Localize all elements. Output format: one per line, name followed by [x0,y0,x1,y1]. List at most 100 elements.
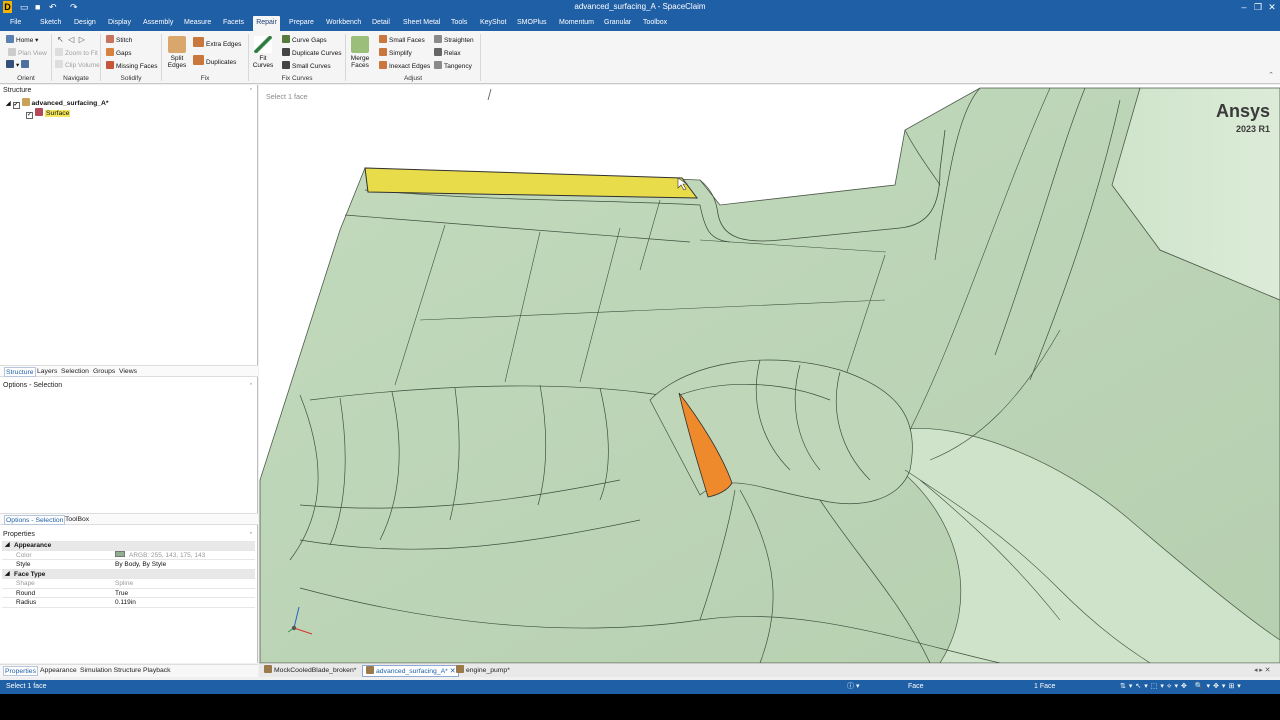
tab-measure[interactable]: Measure [182,16,213,31]
tab-sketch[interactable]: Sketch [38,16,63,31]
tab-detail[interactable]: Detail [370,16,392,31]
split-edges-button[interactable]: Split Edges [164,36,190,69]
info-icon[interactable]: ⓘ ▾ [847,680,859,694]
stitch-button[interactable]: Stitch [106,35,132,46]
zoom-to-fit-button[interactable]: Zoom to Fit [55,48,98,59]
small-curves-button[interactable]: Small Curves [282,61,331,72]
tab-design[interactable]: Design [72,16,98,31]
small-faces-button[interactable]: Small Faces [379,35,425,46]
property-value[interactable]: Spline [115,579,133,589]
selection-count: 1 Face [1034,683,1056,690]
tab-granular[interactable]: Granular [602,16,633,31]
tab-selection[interactable]: Selection [60,367,90,377]
pin-icon[interactable]: ᐤ [250,530,252,540]
tab-momentum[interactable]: Momentum [557,16,596,31]
visibility-checkbox[interactable]: ✓ [12,102,20,109]
property-value[interactable]: By Body, By Style [115,560,166,570]
tab-scroll-arrows[interactable]: ◂ ▸ ✕ [1254,665,1270,677]
tab-display[interactable]: Display [106,16,133,31]
model-canvas[interactable] [259,85,1280,663]
close-icon[interactable]: ✕ [1265,0,1279,14]
fit-curves-button[interactable]: Fit Curves [250,36,276,69]
tab-toolbox-panel[interactable]: ToolBox [64,515,90,525]
group-label: Orient [17,75,35,82]
tab-facets[interactable]: Facets [221,16,246,31]
minimize-icon[interactable]: – [1237,0,1251,14]
extra-edges-button[interactable]: Extra Edges [193,37,241,48]
home-button[interactable]: Home ▾ [6,35,38,46]
property-value[interactable]: 0.119in [115,598,136,608]
tab-properties[interactable]: Properties [3,666,38,676]
tab-tools[interactable]: Tools [449,16,469,31]
expand-icon[interactable]: ◢ [6,101,11,107]
tab-smoplus[interactable]: SMOPlus [515,16,549,31]
missing-faces-button[interactable]: Missing Faces [106,61,158,72]
selection-mode[interactable]: Face [908,680,924,694]
collapse-ribbon-icon[interactable]: ⌃ [1268,71,1274,79]
property-category[interactable]: ◢ Appearance [2,541,255,551]
duplicate-curves-button[interactable]: Duplicate Curves [282,48,342,59]
property-row[interactable]: Shape Spline [2,579,255,589]
tab-views[interactable]: Views [118,367,138,377]
tab-appearance[interactable]: Appearance [39,666,78,676]
doc-tab-engine-pump[interactable]: engine_pump* [453,665,513,677]
extra-edges-icon [193,37,204,47]
restore-icon[interactable]: ❐ [1251,0,1265,14]
document-icon [456,665,464,673]
pin-icon[interactable]: ᐤ [250,86,252,96]
tab-toolbox[interactable]: Toolbox [641,16,669,31]
tab-options-selection[interactable]: Options - Selection [4,515,66,525]
fit-curves-icon [254,36,272,53]
tab-prepare[interactable]: Prepare [287,16,316,31]
tab-assembly[interactable]: Assembly [141,16,175,31]
tab-repair[interactable]: Repair [253,16,280,31]
collapse-icon[interactable]: ◢ [5,541,10,551]
selection-filter-icons[interactable]: ⇅▾↖▾⬚▾⟡▾✥ 🔍▾✥▾⊞▾ [1120,680,1244,694]
property-category[interactable]: ◢ Face Type [2,569,255,580]
clip-volume-button[interactable]: Clip Volume [55,60,100,71]
tab-sheet-metal[interactable]: Sheet Metal [401,16,442,31]
graphics-viewport[interactable]: Select 1 face Ansys 2023 R1 [259,85,1280,663]
duplicates-button[interactable]: Duplicates [193,55,236,66]
straighten-icon [434,35,442,43]
tree-item-surface[interactable]: ✓ Surface [26,108,71,119]
plan-view-button[interactable]: Plan View [8,48,47,59]
simplify-button[interactable]: Simplify [379,48,412,59]
pin-icon[interactable]: ᐤ [250,381,252,391]
gaps-button[interactable]: Gaps [106,48,132,59]
property-key: Style [16,561,31,568]
property-row[interactable]: Color ARGB: 255, 143, 175, 143 [2,550,255,561]
color-swatch[interactable] [115,550,125,557]
inexact-edges-button[interactable]: Inexact Edges [379,61,430,72]
gaps-icon [106,48,114,56]
home-icon [6,35,14,43]
property-row[interactable]: Round True [2,589,255,599]
nav-arrows[interactable]: ↖ ◁ ▷ [57,34,85,45]
tab-simulation-structure[interactable]: Simulation Structure [79,666,142,676]
relax-button[interactable]: Relax [434,48,461,59]
options-tabs: Options - Selection ToolBox [0,513,258,525]
tab-structure[interactable]: Structure [4,367,36,377]
split-edges-icon [168,36,186,53]
property-value[interactable]: ARGB: 255, 143, 175, 143 [115,550,205,561]
property-row[interactable]: Style By Body, By Style [2,560,255,570]
tab-keyshot[interactable]: KeyShot [478,16,508,31]
tab-layers[interactable]: Layers [36,367,58,377]
doc-tab-mockcooledblade[interactable]: MockCooledBlade_broken* [261,665,359,677]
property-row[interactable]: Radius 0.119in [2,598,255,608]
view-cube-button[interactable]: ▾ [6,60,31,71]
property-value[interactable]: True [115,589,128,599]
straighten-button[interactable]: Straighten [434,35,474,46]
tab-workbench[interactable]: Workbench [324,16,363,31]
tree-root[interactable]: ◢ ✓ advanced_surfacing_A* [6,98,109,109]
doc-tab-advanced-surfacing[interactable]: advanced_surfacing_A* ✕ [362,665,460,677]
zoom-icon [55,48,63,56]
collapse-icon[interactable]: ◢ [5,570,10,580]
visibility-checkbox[interactable]: ✓ [26,112,33,119]
tab-playback[interactable]: Playback [142,666,172,676]
tangency-button[interactable]: Tangency [434,61,472,72]
merge-faces-button[interactable]: Merge Faces [347,36,373,69]
tab-file[interactable]: File [8,16,23,31]
curve-gaps-button[interactable]: Curve Gaps [282,35,327,46]
tab-groups[interactable]: Groups [92,367,116,377]
